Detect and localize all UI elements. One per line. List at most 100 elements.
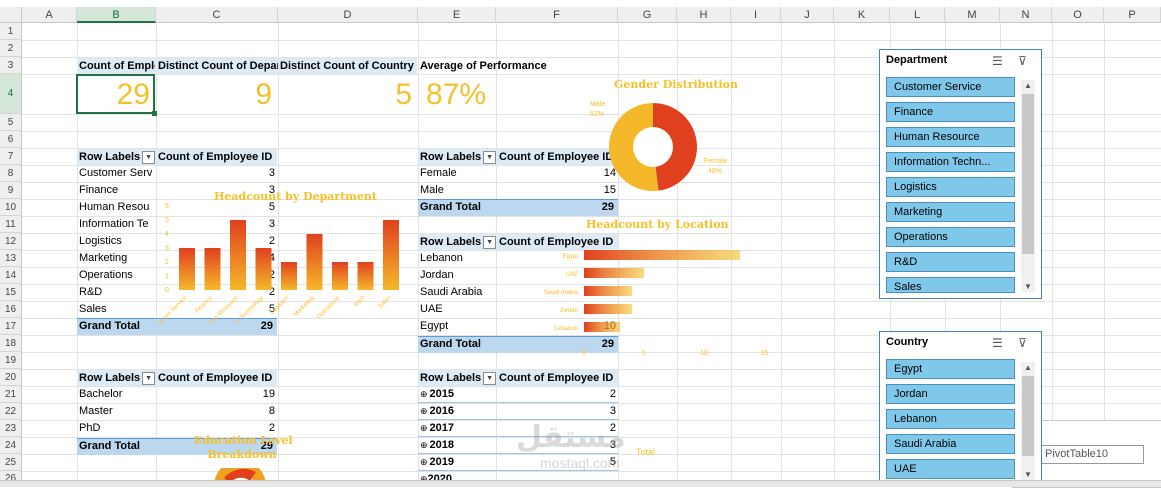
column-header-k[interactable]: K	[834, 7, 890, 23]
slicer-item[interactable]: Customer Service	[886, 77, 1015, 97]
slicer-item[interactable]: Logistics	[886, 177, 1015, 197]
clear-filter-icon[interactable]: ⊽	[1018, 336, 1027, 350]
row-header-8[interactable]: 8	[0, 165, 22, 182]
filter-dropdown-icon[interactable]: ▼	[483, 371, 497, 385]
slicer-item[interactable]: Human Resource	[886, 127, 1015, 147]
dept-bar[interactable]	[357, 262, 374, 290]
year-row-label[interactable]: ⊕ 2017	[420, 420, 496, 437]
expand-icon[interactable]: ⊕	[420, 440, 428, 450]
dept-bar-chart[interactable]: 0123456 Customer Service FinanceHuman Res…	[155, 198, 405, 323]
dept-row-label[interactable]: R&D	[79, 284, 155, 301]
column-header-m[interactable]: M	[945, 7, 1000, 23]
dept-row-labels-header[interactable]: Row Labels ▼	[79, 149, 156, 166]
department-slicer[interactable]: Department ☰ ⊽ Customer Service Finance Hu…	[879, 49, 1042, 299]
slicer-item[interactable]: R&D	[886, 252, 1015, 272]
slicer-item[interactable]: Finance	[886, 102, 1015, 122]
gender-row-label[interactable]: Male	[420, 182, 496, 199]
dept-bar[interactable]	[255, 248, 272, 290]
dept-row-label[interactable]: Human Resou	[79, 199, 155, 216]
dept-bar[interactable]	[332, 262, 348, 290]
slicer-item[interactable]: Lebanon	[886, 409, 1015, 429]
year-row-label[interactable]: ⊕ 2019	[420, 454, 496, 471]
dept-bar[interactable]	[230, 220, 246, 290]
select-all-corner[interactable]	[0, 7, 22, 23]
country-slicer-scrollbar[interactable]: ▲ ▼	[1021, 362, 1035, 480]
location-bar[interactable]	[584, 304, 632, 314]
edu-row-label[interactable]: PhD	[79, 420, 155, 437]
column-header-j[interactable]: J	[781, 7, 834, 23]
row-header-2[interactable]: 2	[0, 40, 22, 57]
row-header-13[interactable]: 13	[0, 250, 22, 267]
column-header-g[interactable]: G	[618, 7, 677, 23]
dept-row-label[interactable]: Finance	[79, 182, 155, 199]
scroll-down-icon[interactable]: ▼	[1024, 470, 1032, 479]
expand-icon[interactable]: ⊕	[420, 457, 428, 467]
row-header-14[interactable]: 14	[0, 267, 22, 284]
location-bar[interactable]	[584, 322, 620, 332]
expand-icon[interactable]: ⊕	[420, 423, 428, 433]
column-header-h[interactable]: H	[677, 7, 731, 23]
row-header-7[interactable]: 7	[0, 148, 22, 165]
location-bar-chart[interactable]: Egypt UAE Saudi Arabia Jordan Lebanon 0 5 10 15	[520, 244, 780, 360]
row-header-9[interactable]: 9	[0, 182, 22, 199]
fill-handle[interactable]	[152, 111, 157, 116]
location-row-label[interactable]: Egypt	[420, 318, 496, 335]
slicer-item[interactable]: Marketing	[886, 202, 1015, 222]
slicer-item[interactable]: Sales	[886, 277, 1015, 293]
row-header-23[interactable]: 23	[0, 420, 22, 437]
column-header-e[interactable]: E	[418, 7, 496, 23]
slicer-item[interactable]: Egypt	[886, 359, 1015, 379]
column-header-b[interactable]: B	[77, 7, 156, 23]
department-slicer-scrollbar[interactable]: ▲ ▼	[1021, 80, 1035, 292]
dept-row-label[interactable]: Operations	[79, 267, 155, 284]
column-header-n[interactable]: N	[1000, 7, 1052, 23]
scroll-down-icon[interactable]: ▼	[1024, 282, 1032, 291]
pivot-name-field[interactable]: PivotTable10	[1041, 445, 1144, 464]
filter-dropdown-icon[interactable]: ▼	[142, 371, 156, 385]
location-row-label[interactable]: UAE	[420, 301, 496, 318]
dept-bar[interactable]	[383, 220, 399, 290]
clear-filter-icon[interactable]: ⊽	[1018, 54, 1027, 68]
location-row-label[interactable]: Saudi Arabia	[420, 284, 496, 301]
row-header-15[interactable]: 15	[0, 284, 22, 301]
filter-dropdown-icon[interactable]: ▼	[142, 150, 156, 164]
location-bar[interactable]	[584, 250, 740, 260]
row-header-6[interactable]: 6	[0, 131, 22, 148]
row-header-4[interactable]: 4	[0, 74, 22, 114]
row-header-11[interactable]: 11	[0, 216, 22, 233]
row-header-17[interactable]: 17	[0, 318, 22, 335]
column-header-f[interactable]: F	[496, 7, 618, 23]
column-header-p[interactable]: P	[1104, 7, 1161, 23]
scrollbar-thumb[interactable]	[1022, 94, 1034, 254]
year-row-label[interactable]: ⊕ 2018	[420, 437, 496, 454]
year-row-label-partial[interactable]: ⊕2020	[420, 471, 452, 480]
column-header-d[interactable]: D	[278, 7, 418, 23]
edu-row-label[interactable]: Bachelor	[79, 386, 155, 403]
location-bar[interactable]	[584, 286, 632, 296]
country-slicer[interactable]: Country ☰ ⊽ Egypt Jordan Lebanon Saudi Arab…	[879, 331, 1042, 486]
filter-dropdown-icon[interactable]: ▼	[483, 150, 497, 164]
slicer-item[interactable]: Saudi Arabia	[886, 434, 1015, 454]
scroll-up-icon[interactable]: ▲	[1024, 81, 1032, 90]
column-header-c[interactable]: C	[156, 7, 278, 23]
row-header-24[interactable]: 24	[0, 437, 22, 454]
slicer-item[interactable]: Information Techn...	[886, 152, 1015, 172]
gender-row-labels-header[interactable]: Row Labels ▼	[420, 149, 497, 166]
slicer-item[interactable]: UAE	[886, 459, 1015, 479]
row-header-19[interactable]: 19	[0, 352, 22, 369]
edu-row-label[interactable]: Master	[79, 403, 155, 420]
row-header-16[interactable]: 16	[0, 301, 22, 318]
dept-row-label[interactable]: Information Te	[79, 216, 155, 233]
row-header-22[interactable]: 22	[0, 403, 22, 420]
row-header-21[interactable]: 21	[0, 386, 22, 403]
row-header-25[interactable]: 25	[0, 454, 22, 471]
dept-bar[interactable]	[281, 262, 297, 290]
dept-row-label[interactable]: Logistics	[79, 233, 155, 250]
multi-select-icon[interactable]: ☰	[992, 336, 1003, 350]
scroll-up-icon[interactable]: ▲	[1024, 363, 1032, 372]
year-row-label[interactable]: ⊕ 2015	[420, 386, 496, 403]
dept-bar[interactable]	[306, 234, 323, 290]
year-row-label[interactable]: ⊕ 2016	[420, 403, 496, 420]
dept-bar[interactable]	[179, 248, 195, 290]
expand-icon[interactable]: ⊕	[420, 389, 428, 399]
